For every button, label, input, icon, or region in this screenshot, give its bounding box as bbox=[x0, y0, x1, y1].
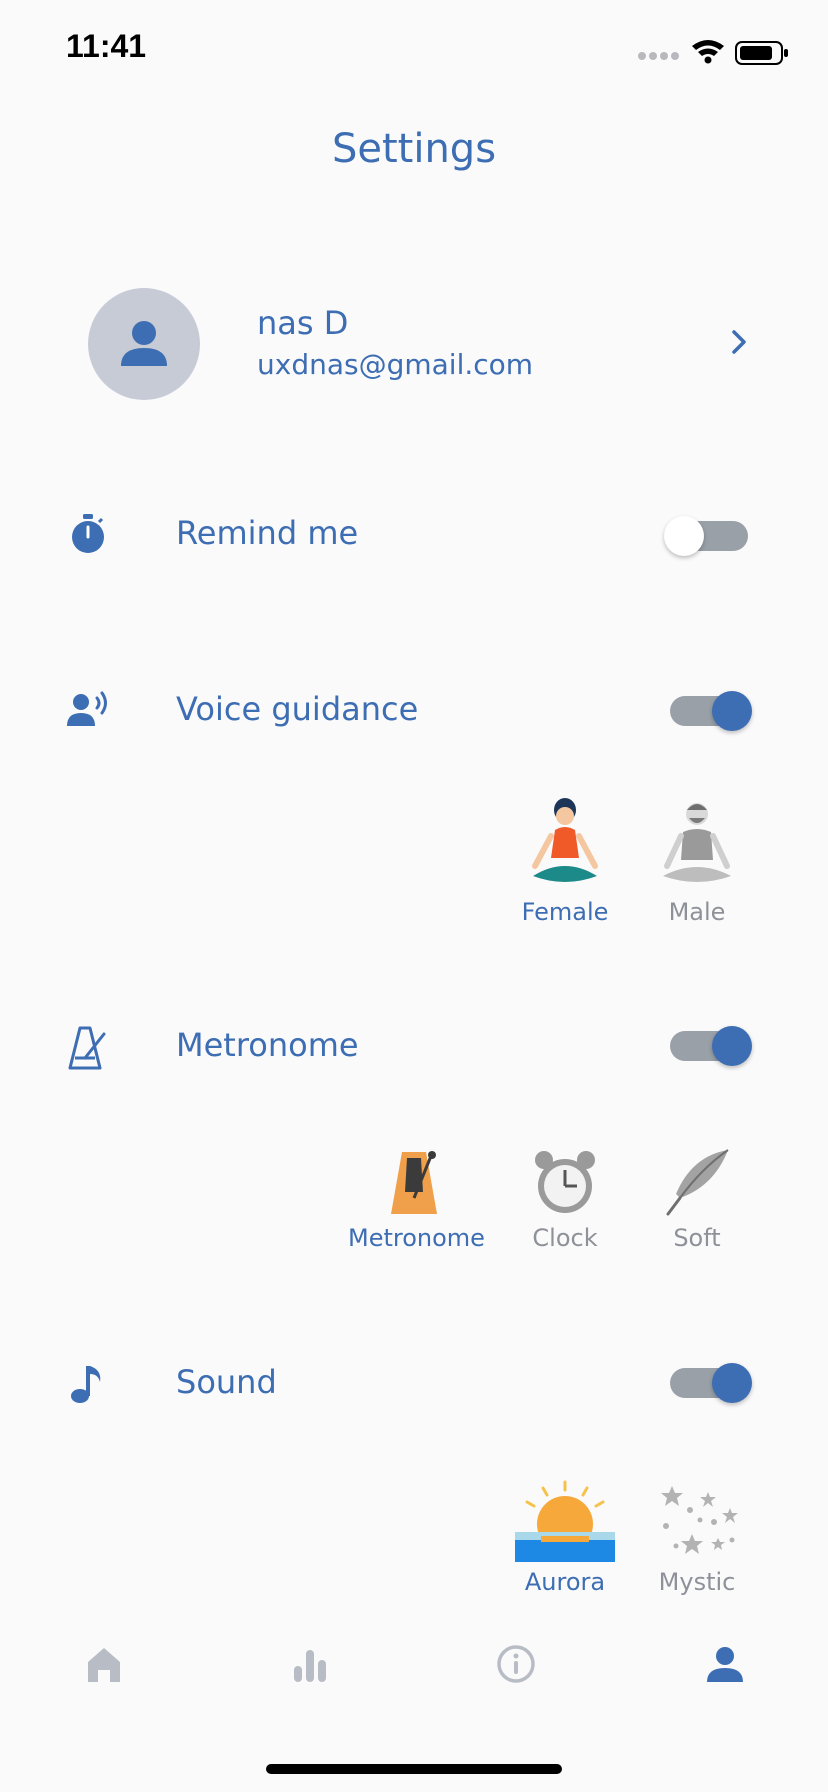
battery-icon bbox=[735, 41, 788, 65]
metronome-option-label: Clock bbox=[532, 1224, 598, 1252]
voice-option-label: Female bbox=[521, 898, 609, 926]
profile-email[interactable]: uxdnas@gmail.com bbox=[257, 348, 533, 381]
avatar[interactable] bbox=[88, 288, 200, 400]
music-note-icon bbox=[68, 1362, 112, 1406]
stats-icon[interactable] bbox=[290, 1644, 330, 1684]
female-meditating-icon bbox=[532, 798, 598, 882]
wifi-icon bbox=[692, 40, 724, 64]
stars-icon bbox=[661, 1486, 738, 1554]
metronome-option-label: Metronome bbox=[348, 1224, 485, 1252]
voice-icon bbox=[66, 688, 110, 732]
info-icon[interactable] bbox=[496, 1644, 536, 1684]
profile-icon[interactable] bbox=[705, 1644, 745, 1684]
metronome-sound-icon bbox=[391, 1151, 437, 1214]
metronome-label: Metronome bbox=[176, 1026, 359, 1064]
metronome-icon bbox=[66, 1024, 110, 1070]
sound-option-aurora[interactable]: Aurora bbox=[500, 1480, 630, 1596]
voice-option-female[interactable]: Female bbox=[500, 796, 630, 926]
alarm-clock-icon bbox=[535, 1151, 595, 1213]
remind-label: Remind me bbox=[176, 514, 359, 552]
page-title: Settings bbox=[331, 126, 497, 172]
sunrise-icon bbox=[515, 1480, 615, 1562]
metronome-option-metronome[interactable]: Metronome bbox=[348, 1146, 485, 1252]
person-icon bbox=[121, 321, 167, 366]
status-icons bbox=[632, 36, 792, 66]
chevron-right-icon[interactable] bbox=[728, 326, 752, 358]
signal-icon bbox=[638, 52, 679, 60]
profile-name[interactable]: nas D bbox=[257, 304, 348, 342]
home-indicator bbox=[266, 1764, 562, 1774]
feather-icon bbox=[666, 1149, 729, 1216]
voice-option-label: Male bbox=[668, 898, 726, 926]
voice-label: Voice guidance bbox=[176, 690, 419, 728]
stopwatch-icon bbox=[66, 512, 110, 556]
remind-toggle[interactable] bbox=[664, 516, 748, 556]
voice-option-male[interactable]: Male bbox=[632, 796, 762, 926]
metronome-option-label: Soft bbox=[673, 1224, 721, 1252]
status-time: 11:41 bbox=[66, 28, 147, 64]
metronome-option-clock[interactable]: Clock bbox=[500, 1146, 630, 1252]
home-icon[interactable] bbox=[84, 1644, 124, 1684]
voice-toggle[interactable] bbox=[670, 691, 752, 731]
sound-label: Sound bbox=[176, 1363, 277, 1401]
male-meditating-icon bbox=[663, 803, 731, 882]
sound-option-label: Aurora bbox=[524, 1568, 606, 1596]
metronome-option-soft[interactable]: Soft bbox=[632, 1146, 762, 1252]
metronome-toggle[interactable] bbox=[670, 1026, 752, 1066]
sound-option-mystic[interactable]: Mystic bbox=[632, 1480, 762, 1596]
sound-toggle[interactable] bbox=[670, 1363, 752, 1403]
sound-option-label: Mystic bbox=[658, 1568, 736, 1596]
